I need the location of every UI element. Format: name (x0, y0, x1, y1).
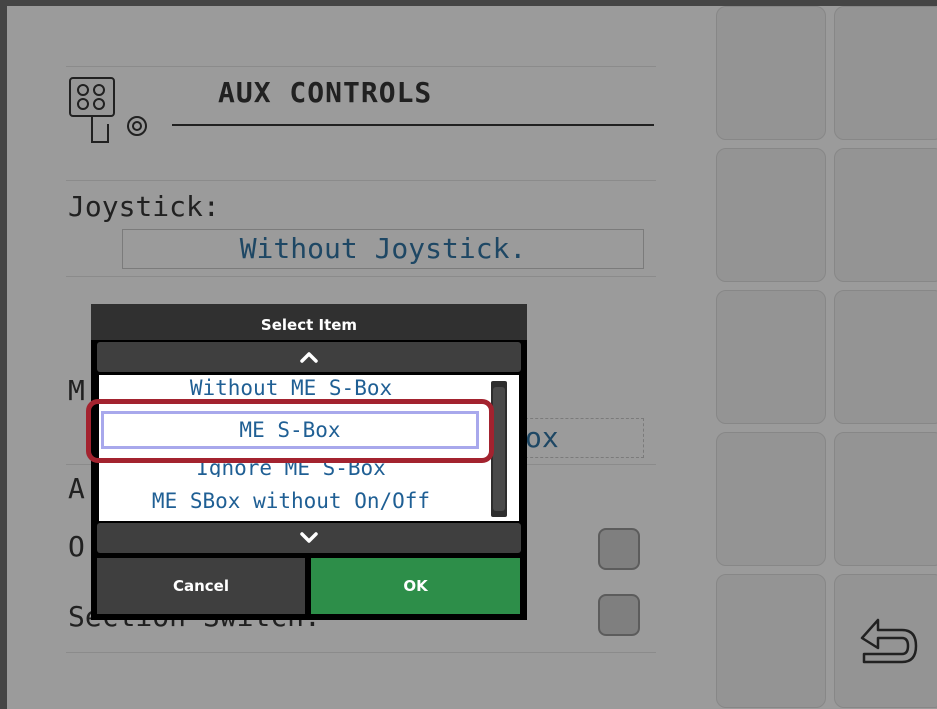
cancel-button[interactable]: Cancel (97, 558, 305, 614)
scroll-down-button[interactable] (97, 523, 521, 553)
chevron-down-icon (300, 532, 318, 543)
list-item[interactable]: Without ME S-Box (99, 377, 483, 397)
ok-button[interactable]: OK (311, 558, 520, 614)
list-item[interactable]: ME SBox without On/Off (99, 485, 483, 517)
scroll-up-button[interactable] (97, 342, 521, 372)
scrollbar-thumb[interactable] (493, 387, 505, 511)
chevron-up-icon (300, 352, 318, 363)
dialog-header: Select Item (91, 304, 527, 340)
dialog-title: Select Item (260, 316, 358, 334)
selection-highlight (86, 399, 494, 463)
